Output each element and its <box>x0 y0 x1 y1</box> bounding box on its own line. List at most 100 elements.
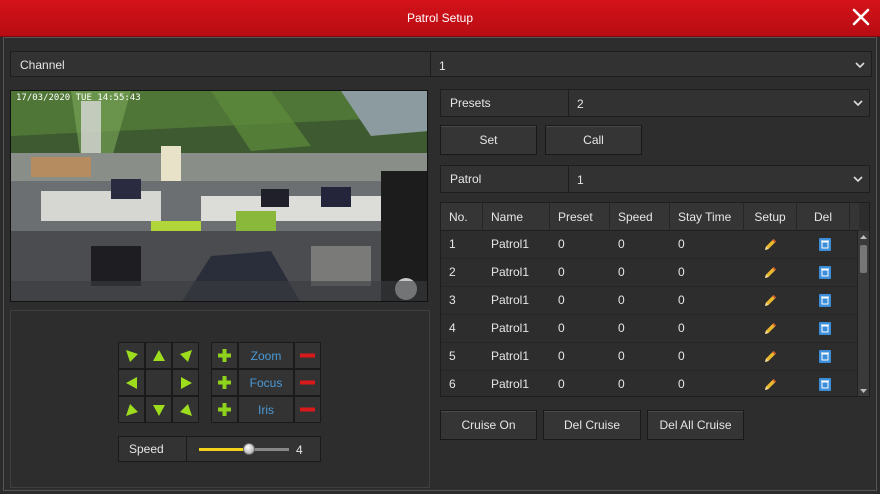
col-stay-time: Stay Time <box>670 203 744 231</box>
zoom-label: Zoom <box>238 342 294 369</box>
pencil-icon[interactable] <box>763 293 778 308</box>
cell-name: Patrol1 <box>491 349 530 363</box>
zoom-in-button[interactable] <box>211 342 238 369</box>
cell-no: 4 <box>449 321 456 335</box>
camera-preview: 17/03/2020 TUE 14:55:43 <box>10 90 428 302</box>
scroll-down-icon[interactable] <box>860 388 867 394</box>
table-scrollbar[interactable] <box>857 231 869 396</box>
del-cruise-button[interactable]: Del Cruise <box>543 410 641 440</box>
trash-icon[interactable] <box>819 378 831 391</box>
ptz-left-button[interactable] <box>118 369 145 396</box>
channel-row: Channel 1 <box>10 51 872 77</box>
col-preset: Preset <box>550 203 610 231</box>
cruise-on-button[interactable]: Cruise On <box>440 410 537 440</box>
cell-speed: 0 <box>618 265 625 279</box>
call-button[interactable]: Call <box>545 125 642 155</box>
speed-label: Speed <box>119 437 187 461</box>
col-del: Del <box>797 203 850 231</box>
cell-preset: 0 <box>558 293 565 307</box>
cell-stay-time: 0 <box>678 321 685 335</box>
table-row[interactable]: 3 Patrol1 0 0 0 <box>441 287 859 315</box>
ptz-down-left-button[interactable] <box>118 396 145 423</box>
ptz-up-right-button[interactable] <box>172 342 199 369</box>
cell-preset: 0 <box>558 321 565 335</box>
cell-name: Patrol1 <box>491 293 530 307</box>
arrow-up-right-icon <box>180 350 192 362</box>
scrollbar-thumb[interactable] <box>860 245 867 273</box>
plus-icon <box>218 349 231 362</box>
close-icon[interactable] <box>850 6 872 28</box>
osd-timestamp: 17/03/2020 TUE 14:55:43 <box>16 93 141 103</box>
cell-speed: 0 <box>618 237 625 251</box>
table-row[interactable]: 4 Patrol1 0 0 0 <box>441 315 859 343</box>
del-all-cruise-button[interactable]: Del All Cruise <box>647 410 744 440</box>
speed-slider-knob[interactable] <box>242 443 255 455</box>
table-row[interactable]: 1 Patrol1 0 0 0 <box>441 231 859 259</box>
chevron-down-icon[interactable] <box>853 174 863 184</box>
chevron-down-icon[interactable] <box>855 60 865 70</box>
pencil-icon[interactable] <box>763 349 778 364</box>
minus-icon <box>300 380 315 385</box>
channel-select[interactable]: 1 <box>431 52 871 76</box>
cruise-table: No. Name Preset Speed Stay Time Setup De… <box>440 202 870 397</box>
camera-image <box>11 91 427 301</box>
pencil-icon[interactable] <box>763 377 778 392</box>
ptz-down-right-button[interactable] <box>172 396 199 423</box>
trash-icon[interactable] <box>819 350 831 363</box>
channel-label: Channel <box>11 52 431 76</box>
speed-slider-track[interactable] <box>199 443 289 455</box>
presets-label: Presets <box>441 90 569 116</box>
cell-no: 5 <box>449 349 456 363</box>
ptz-center-cell <box>145 369 172 396</box>
cell-preset: 0 <box>558 265 565 279</box>
cell-name: Patrol1 <box>491 265 530 279</box>
chevron-down-icon[interactable] <box>853 98 863 108</box>
col-setup: Setup <box>744 203 797 231</box>
ptz-up-left-button[interactable] <box>118 342 145 369</box>
cell-stay-time: 0 <box>678 377 685 391</box>
col-name: Name <box>483 203 550 231</box>
focus-near-button[interactable] <box>211 369 238 396</box>
cell-no: 3 <box>449 293 456 307</box>
ptz-down-button[interactable] <box>145 396 172 423</box>
cell-no: 6 <box>449 377 456 391</box>
cell-stay-time: 0 <box>678 349 685 363</box>
trash-icon[interactable] <box>819 238 831 251</box>
scroll-up-icon[interactable] <box>860 234 867 240</box>
cell-name: Patrol1 <box>491 237 530 251</box>
trash-icon[interactable] <box>819 294 831 307</box>
col-no: No. <box>441 203 483 231</box>
pencil-icon[interactable] <box>763 265 778 280</box>
arrow-up-left-icon <box>126 350 138 362</box>
set-button[interactable]: Set <box>440 125 537 155</box>
plus-icon <box>218 403 231 416</box>
ptz-right-button[interactable] <box>172 369 199 396</box>
arrow-down-right-icon <box>180 404 192 416</box>
title-bar: Patrol Setup <box>0 0 880 37</box>
speed-slider-fill <box>199 448 249 451</box>
presets-select[interactable]: 2 <box>569 90 869 116</box>
zoom-control: Zoom <box>211 342 321 369</box>
cell-preset: 0 <box>558 349 565 363</box>
trash-icon[interactable] <box>819 322 831 335</box>
trash-icon[interactable] <box>819 266 831 279</box>
cell-stay-time: 0 <box>678 293 685 307</box>
speed-value: 4 <box>296 443 303 457</box>
table-row[interactable]: 6 Patrol1 0 0 0 <box>441 371 859 396</box>
focus-far-button[interactable] <box>294 369 321 396</box>
arrow-down-left-icon <box>126 404 138 416</box>
pencil-icon[interactable] <box>763 321 778 336</box>
minus-icon <box>300 407 315 412</box>
zoom-out-button[interactable] <box>294 342 321 369</box>
patrol-select[interactable]: 1 <box>569 166 869 192</box>
focus-control: Focus <box>211 369 321 396</box>
iris-close-button[interactable] <box>294 396 321 423</box>
iris-label: Iris <box>238 396 294 423</box>
pencil-icon[interactable] <box>763 237 778 252</box>
arrow-left-icon <box>126 377 137 389</box>
iris-control: Iris <box>211 396 321 423</box>
table-row[interactable]: 5 Patrol1 0 0 0 <box>441 343 859 371</box>
table-row[interactable]: 2 Patrol1 0 0 0 <box>441 259 859 287</box>
iris-open-button[interactable] <box>211 396 238 423</box>
ptz-up-button[interactable] <box>145 342 172 369</box>
